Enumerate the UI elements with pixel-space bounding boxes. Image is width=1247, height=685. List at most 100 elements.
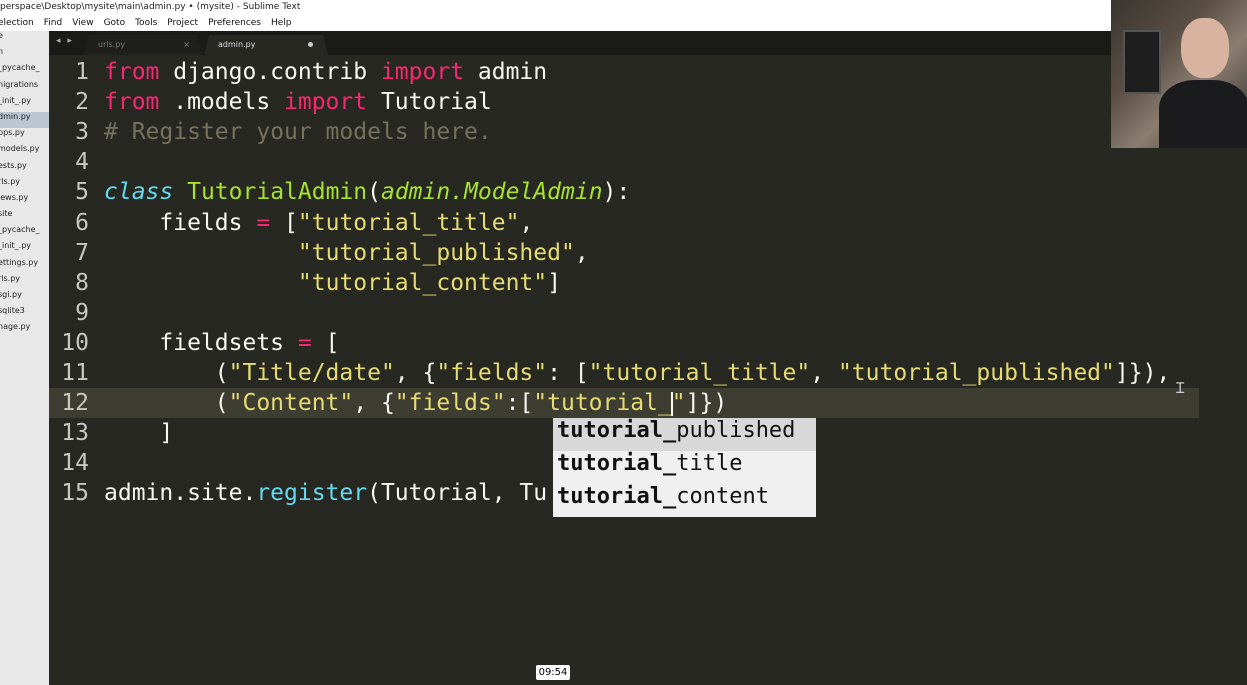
menu-item[interactable]: Project — [162, 15, 203, 31]
sidebar-file-item[interactable]: pps.py — [0, 128, 49, 144]
code-line[interactable]: 5 class TutorialAdmin(admin.ModelAdmin): — [49, 177, 1247, 207]
line-number: 13 — [61, 420, 89, 447]
code-line[interactable]: 4 — [49, 147, 1247, 177]
code-line[interactable]: 2 from .models import Tutorial — [49, 87, 1247, 117]
sidebar-file-item[interactable]: nage.py — [0, 322, 49, 338]
sidebar-file-item[interactable]: ettings.py — [0, 258, 49, 274]
line-number: 4 — [75, 149, 89, 176]
sidebar-file-item[interactable]: ests.py — [0, 161, 49, 177]
code-line[interactable]: 8 "tutorial_content"] — [49, 268, 1247, 298]
webcam-overlay — [1111, 0, 1247, 148]
code-token: [ — [311, 329, 340, 356]
code-line[interactable]: 12 ("Content", {"fields":["tutorial_"]}) — [49, 388, 1199, 419]
code-token: admin.site. — [104, 480, 257, 507]
sidebar-file-item[interactable]: e — [0, 31, 49, 47]
code-token: .models — [159, 89, 285, 116]
code-editor[interactable]: 1 from django.contrib import admin 2 from .… — [49, 55, 1247, 685]
code-token: ( — [367, 179, 381, 206]
code-line[interactable]: 10 fieldsets = [ — [49, 328, 1247, 358]
autocomplete-rest: published — [676, 418, 796, 443]
code-token: ): — [602, 179, 631, 206]
sidebar-file-item[interactable]: nigrations — [0, 80, 49, 96]
autocomplete-match: tutorial_ — [557, 451, 677, 476]
code-token: "tutorial_title" — [588, 360, 811, 386]
code-text: "tutorial_published", — [104, 238, 589, 268]
tab-nav-arrows[interactable]: ◂ ▸ — [56, 36, 74, 46]
autocomplete-rest: content — [676, 484, 769, 509]
sidebar-file-item[interactable]: _init_.py — [0, 96, 49, 112]
code-line[interactable]: 11 ("Title/date", {"fields": ["tutorial_… — [49, 358, 1247, 388]
code-token: ( — [104, 390, 229, 417]
code-text: ("Content", {"fields":["tutorial_"]}) — [104, 388, 727, 418]
autocomplete-option[interactable]: tutorial_published — [553, 418, 816, 451]
code-token: from — [104, 89, 160, 116]
code-text: class TutorialAdmin(admin.ModelAdmin): — [104, 177, 630, 207]
code-line[interactable]: 1 from django.contrib import admin — [49, 57, 1247, 87]
tab-urls-py[interactable]: urls.py × — [84, 35, 202, 55]
code-token: [ — [270, 209, 298, 236]
line-number: 7 — [75, 239, 89, 266]
menu-item[interactable]: Tools — [130, 15, 162, 31]
line-number: 3 — [75, 119, 89, 146]
code-token: "tutorial_published" — [297, 239, 575, 266]
autocomplete-option[interactable]: tutorial_content — [553, 484, 816, 517]
sidebar-file-item[interactable]: dmin.py — [0, 111, 49, 129]
code-token: admin — [464, 59, 548, 85]
menu-item[interactable]: Find — [39, 15, 67, 31]
line-number: 6 — [75, 209, 89, 236]
code-token: "fields" — [436, 360, 548, 386]
sidebar-file-item[interactable]: _init_.py — [0, 241, 49, 257]
line-number: 14 — [61, 450, 89, 477]
code-token: "tutorial_published" — [837, 360, 1115, 386]
menu-item[interactable]: Preferences — [203, 15, 266, 31]
sidebar-file-item[interactable]: iews.py — [0, 193, 49, 209]
autocomplete-option[interactable]: tutorial_title — [553, 451, 816, 484]
tab-label: urls.py — [98, 40, 126, 49]
code-token: fields — [104, 209, 257, 236]
sidebar-file-item[interactable]: _pycache_ — [0, 225, 49, 241]
sidebar-file-item[interactable]: _pycache_ — [0, 63, 49, 79]
code-text: # Register your models here. — [104, 117, 492, 147]
menu-item[interactable]: Goto — [99, 15, 131, 31]
code-token: = — [297, 329, 312, 356]
sidebar-file-item[interactable]: sqlite3 — [0, 306, 49, 322]
text-cursor-icon: Ɪ — [1176, 379, 1185, 397]
menu-item[interactable]: View — [67, 15, 98, 31]
code-text: fieldsets = [ — [104, 328, 339, 358]
unsaved-dot-icon[interactable] — [308, 42, 313, 47]
sidebar-file-item[interactable]: rls.py — [0, 274, 49, 290]
sidebar-file-item[interactable]: n — [0, 47, 49, 63]
code-token: import — [284, 89, 368, 116]
sidebar-file-item[interactable]: sgi.py — [0, 290, 49, 306]
autocomplete-popup: tutorial_published tutorial_title tutorial… — [553, 418, 816, 517]
code-line[interactable]: 7 "tutorial_published", — [49, 238, 1247, 268]
sidebar-file-item[interactable]: rls.py — [0, 177, 49, 193]
sidebar-file-item[interactable]: models.py — [0, 144, 49, 160]
sidebar-file-item[interactable]: site — [0, 209, 49, 225]
code-token: , { — [394, 360, 437, 386]
code-line[interactable]: 9 — [49, 298, 1247, 328]
code-token: # Register your models here. — [104, 119, 492, 146]
close-icon[interactable]: × — [183, 35, 190, 55]
code-token: class — [104, 179, 174, 206]
code-token: "Title/date" — [228, 360, 395, 386]
menu-item[interactable]: Help — [266, 15, 297, 31]
code-text: from .models import Tutorial — [104, 87, 492, 117]
line-number: 5 — [75, 179, 89, 206]
menu-bar: election Find View Goto Tools Project Preferen… — [0, 15, 1247, 31]
webcam-face — [1181, 18, 1229, 78]
webcam-person — [1159, 80, 1247, 148]
code-token: import — [380, 59, 465, 85]
autocomplete-match: tutorial_ — [557, 484, 677, 509]
line-number: 11 — [61, 360, 89, 386]
code-token: " — [671, 390, 686, 417]
code-token: ] — [547, 269, 561, 296]
menu-item[interactable]: election — [0, 15, 39, 31]
tab-admin-py[interactable]: admin.py — [204, 35, 328, 55]
code-line[interactable]: 6 fields = ["tutorial_title", — [49, 208, 1247, 238]
code-line[interactable]: 3 # Register your models here. — [49, 117, 1247, 147]
code-token: ]}) — [685, 390, 728, 417]
code-token: , — [519, 209, 534, 236]
